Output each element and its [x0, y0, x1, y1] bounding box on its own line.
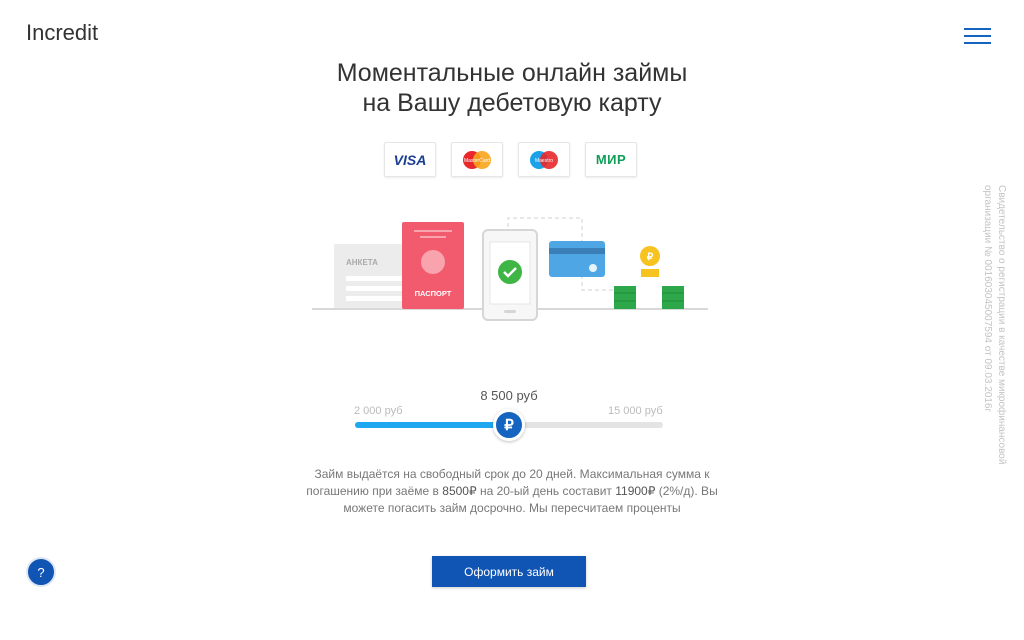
slider-max-label: 15 000 руб — [608, 405, 663, 417]
maestro-logo-icon: Maestro — [530, 150, 558, 169]
mastercard-card: MasterCard — [451, 142, 503, 177]
maestro-card: Maestro — [518, 142, 570, 177]
mastercard-logo-icon: MasterCard — [463, 150, 491, 169]
form-label: АНКЕТА — [346, 258, 378, 267]
apply-loan-button[interactable]: Оформить займ — [432, 556, 586, 587]
slider-min-label: 2 000 руб — [354, 405, 403, 417]
page-title: Моментальные онлайн займы на Вашу дебето… — [0, 58, 1024, 118]
mastercard-text: MasterCard — [464, 158, 490, 164]
mir-logo: МИР — [595, 152, 627, 167]
loan-process-illustration: АНКЕТА ПАСПОРТ ₽ — [312, 217, 708, 321]
help-button[interactable]: ? — [26, 557, 56, 587]
loan-amount-inline: 8500₽ — [442, 484, 477, 498]
smartphone-icon — [482, 229, 538, 321]
amount-slider-fill — [355, 422, 509, 428]
coins-icon: ₽ — [614, 246, 684, 309]
hamburger-menu-icon[interactable] — [964, 28, 991, 46]
description-text-2: на 20-ый день составит — [479, 484, 612, 498]
amount-slider-thumb[interactable]: ₽ — [493, 409, 525, 441]
loan-amount-value: 8 500 руб — [480, 388, 538, 403]
loan-description: Займ выдаётся на свободный срок до 20 дн… — [300, 466, 724, 517]
title-line-1: Моментальные онлайн займы — [336, 59, 688, 87]
passport-icon: ПАСПОРТ — [402, 222, 464, 309]
maestro-text: Maestro — [535, 158, 553, 164]
coin-symbol: ₽ — [647, 252, 654, 263]
payment-cards: VISA MasterCard Maestro МИР — [384, 142, 637, 177]
passport-label: ПАСПОРТ — [415, 289, 452, 298]
registration-note: Свидетельство о регистрации в качестве м… — [982, 185, 1007, 465]
logo[interactable]: Incredit — [26, 20, 98, 46]
repayment-total: 11900₽ — [615, 484, 656, 498]
mir-card: МИР — [585, 142, 637, 177]
visa-card: VISA — [384, 142, 436, 177]
bank-card-icon — [549, 241, 605, 277]
title-line-2: на Вашу дебетовую карту — [362, 89, 662, 117]
visa-logo: VISA — [393, 151, 427, 168]
